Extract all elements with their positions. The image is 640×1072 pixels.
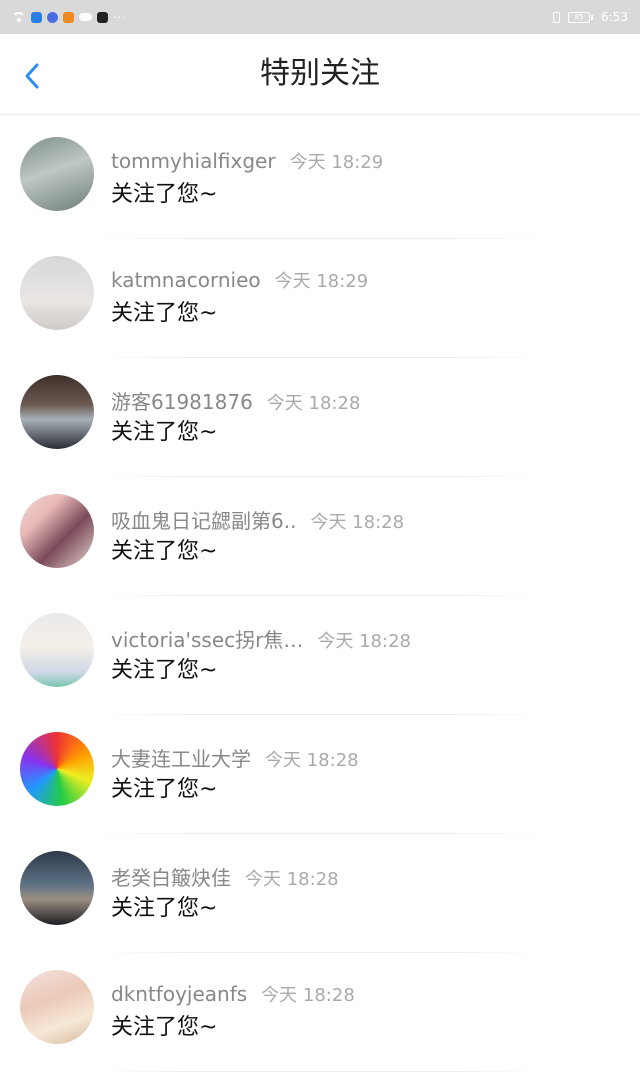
page-title: 特别关注 [260,56,380,91]
user-name[interactable]: dkntfoyjeanfs [111,982,247,1006]
app-notification-icon [31,11,42,23]
user-name-line[interactable]: 游客61981876 今天 18:28 [111,386,360,415]
timestamp: 今天 18:28 [261,985,355,1006]
notification-message: 关注了您~ [111,896,218,921]
timestamp: 今天 18:28 [317,631,411,652]
user-name[interactable]: 老癸白簸炔佳 [111,866,231,890]
user-name-line[interactable]: 大妻连工业大学 今天 18:28 [111,743,359,772]
user-name[interactable]: 大妻连工业大学 [111,747,251,771]
user-name[interactable]: 吸血鬼日记勰副第6.. [111,509,296,533]
battery-level: 85 [568,11,591,23]
user-name-line[interactable]: katmnacornieo 今天 18:29 [111,267,368,293]
timestamp: 今天 18:28 [266,393,361,414]
avatar[interactable] [20,137,94,211]
user-name-line[interactable]: victoria'ssec拐r焦… 今天 18:28 [111,624,411,653]
list-item[interactable]: 老癸白簸炔佳 今天 18:28 关注了您~ [0,834,640,953]
battery-icon: 85 [568,11,594,23]
user-name[interactable]: tommyhialfixger [111,149,276,173]
avatar[interactable] [20,494,94,568]
app-notification-icon-2 [97,11,108,23]
avatar[interactable] [20,256,94,330]
wifi-icon [12,12,26,22]
list-item[interactable]: victoria'ssec拐r焦… 今天 18:28 关注了您~ [0,596,640,715]
notification-message: 关注了您~ [111,658,218,683]
notification-message: 关注了您~ [111,1015,218,1040]
user-name-line[interactable]: tommyhialfixger 今天 18:29 [111,148,383,174]
list-item[interactable]: katmnacornieo 今天 18:29 关注了您~ [0,239,640,358]
timestamp: 今天 18:29 [274,271,369,292]
avatar[interactable] [20,851,94,925]
user-name-line[interactable]: dkntfoyjeanfs 今天 18:28 [111,981,355,1007]
avatar[interactable] [20,613,94,687]
browser-notification-icon [47,11,58,23]
timestamp: 今天 18:28 [245,869,339,890]
user-name-line[interactable]: 吸血鬼日记勰副第6.. 今天 18:28 [111,505,404,534]
timestamp: 今天 18:28 [265,750,359,771]
list-item[interactable]: 大妻连工业大学 今天 18:28 关注了您~ [0,715,640,834]
status-right: 85 6:53 [553,10,628,24]
timestamp: 今天 18:28 [310,512,405,533]
list-item[interactable]: 吸血鬼日记勰副第6.. 今天 18:28 关注了您~ [0,477,640,596]
notification-message: 关注了您~ [111,301,218,326]
list-item[interactable]: 游客61981876 今天 18:28 关注了您~ [0,358,640,477]
more-notifications-icon: ··· [113,10,127,24]
user-name[interactable]: katmnacornieo [111,268,261,292]
cloud-icon [79,13,92,21]
user-name[interactable]: victoria'ssec拐r焦… [111,628,303,652]
timestamp: 今天 18:29 [289,152,384,173]
follow-notification-list: tommyhialfixger 今天 18:29 关注了您~ katmnacornie… [0,120,640,1072]
list-item[interactable]: tommyhialfixger 今天 18:29 关注了您~ [0,120,640,239]
notification-message: 关注了您~ [111,777,218,802]
status-notification-icons: ··· [12,11,127,24]
avatar[interactable] [20,375,94,449]
notification-message: 关注了您~ [111,182,218,207]
user-name[interactable]: 游客61981876 [111,390,253,414]
notification-message: 关注了您~ [111,539,218,564]
user-name-line[interactable]: 老癸白簸炔佳 今天 18:28 [111,862,339,891]
status-time: 6:53 [601,10,628,24]
notification-message: 关注了您~ [111,420,218,445]
avatar[interactable] [20,970,94,1044]
list-item[interactable]: dkntfoyjeanfs 今天 18:28 关注了您~ [0,953,640,1072]
vibrate-icon [553,11,561,23]
avatar[interactable] [20,732,94,806]
video-notification-icon [63,11,74,23]
nav-bar: 特别关注 [0,34,640,115]
